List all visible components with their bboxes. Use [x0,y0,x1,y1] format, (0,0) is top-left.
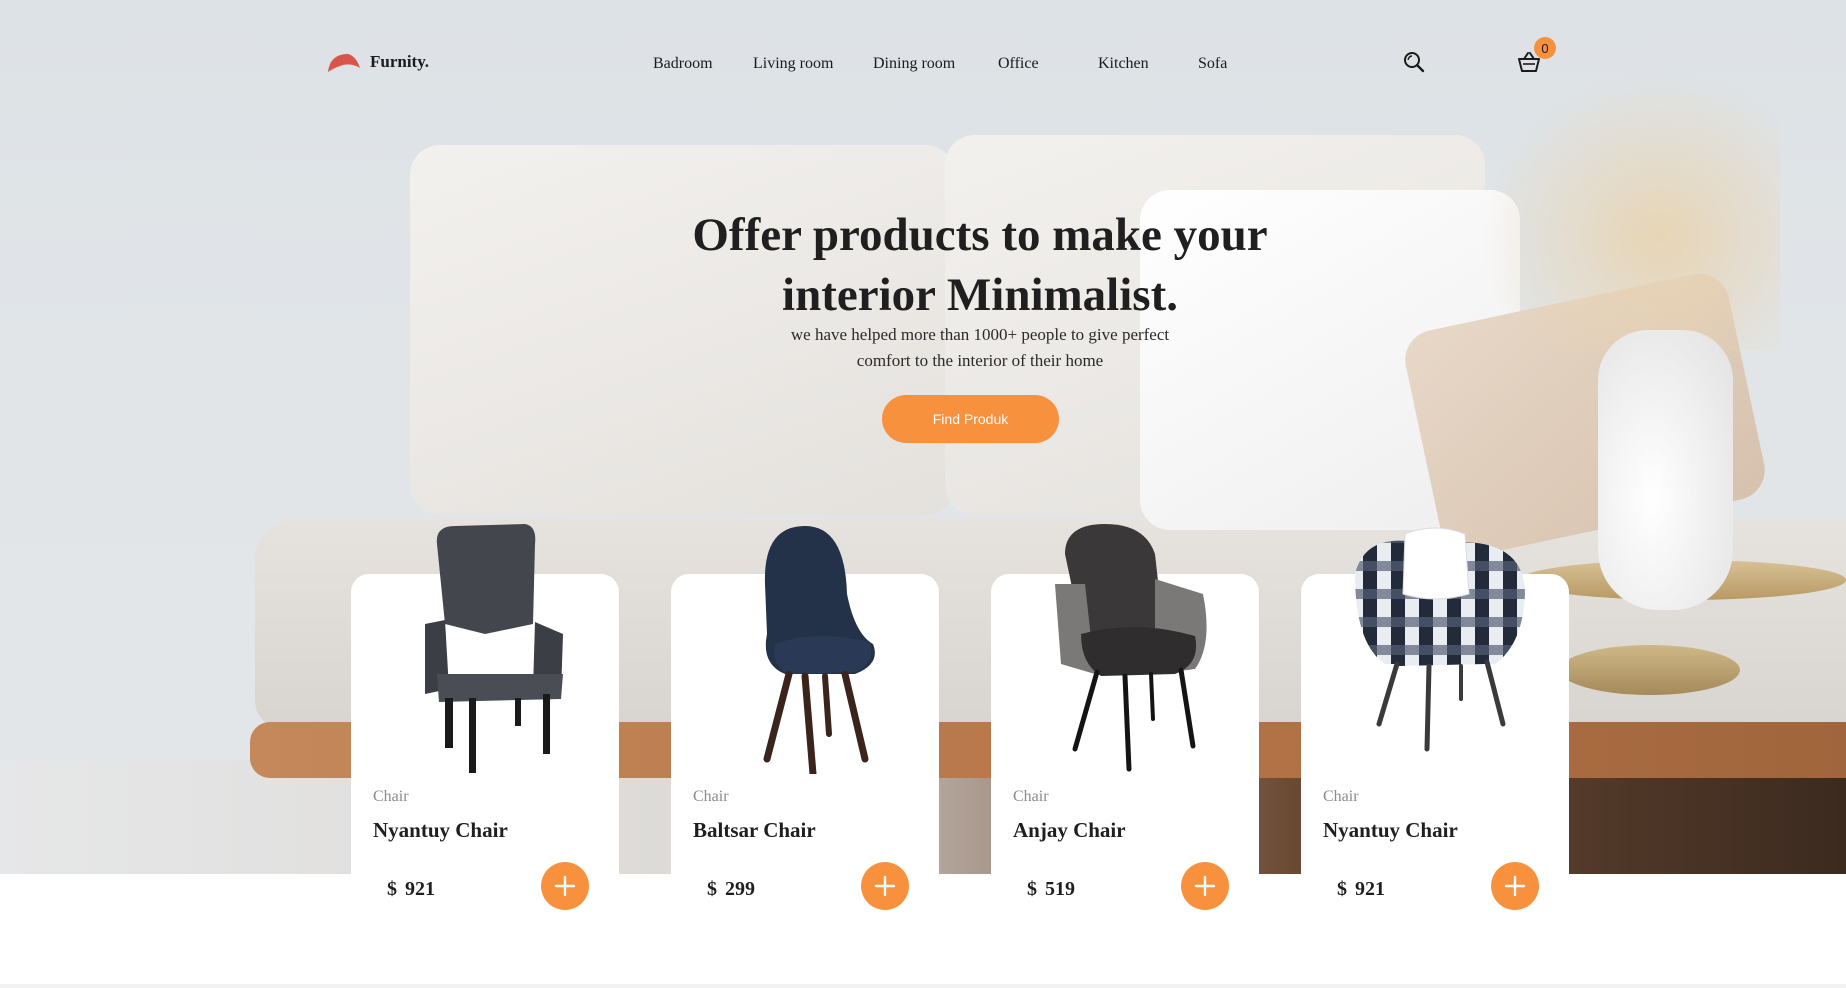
add-to-cart-button[interactable] [1181,862,1229,910]
nav-item-badroom[interactable]: Badroom [653,55,713,73]
hero-headline-line1: Offer products to make your [692,209,1268,261]
product-card[interactable]: Chair Nyantuy Chair $921 [1301,527,1569,974]
logo[interactable]: Furnity. [326,50,429,74]
armchair-image [425,524,563,773]
page-bottom-divider [0,984,1846,988]
hero-subtitle-line1: we have helped more than 1000+ people to… [790,325,1170,344]
nav-item-sofa[interactable]: Sofa [1198,55,1227,73]
add-to-cart-button[interactable] [861,862,909,910]
plus-icon [874,875,896,897]
currency-symbol: $ [1027,878,1037,900]
product-name: Baltsar Chair [693,818,816,842]
logo-icon [328,54,360,72]
hero-headline: Offer products to make your interior Min… [630,205,1330,325]
find-produk-button[interactable]: Find Produk [882,395,1059,443]
hero-subtitle-line2: comfort to the interior of their home [856,351,1104,370]
shell-chair-image [763,526,875,774]
price-value: 299 [725,878,755,900]
product-card[interactable]: Chair Anjay Chair $519 [991,524,1259,974]
plus-icon [554,875,576,897]
product-name: Nyantuy Chair [373,818,508,842]
currency-symbol: $ [387,878,397,900]
price-value: 921 [1355,878,1385,900]
nav-item-living-room[interactable]: Living room [753,55,833,73]
side-table-lower [1560,645,1740,695]
product-category: Chair [1323,788,1359,805]
dried-plant [1480,70,1780,350]
product-price: $921 [387,878,435,901]
product-category: Chair [1013,788,1049,805]
price-value: 921 [405,878,435,900]
hero-headline-line2: interior Minimalist. [782,269,1178,321]
lounge-chair-image [1055,524,1207,772]
search-icon[interactable] [1403,51,1425,78]
hero-subtitle: we have helped more than 1000+ people to… [730,322,1230,374]
add-to-cart-button[interactable] [1491,862,1539,910]
nav-item-kitchen[interactable]: Kitchen [1098,55,1149,73]
currency-symbol: $ [707,878,717,900]
brand-name: Furnity. [370,52,430,71]
product-price: $921 [1337,878,1385,901]
product-category: Chair [373,788,409,805]
cart-count-badge: 0 [1534,37,1556,59]
plus-icon [1194,875,1216,897]
product-name: Anjay Chair [1013,818,1126,842]
white-vase [1598,330,1733,610]
product-name: Nyantuy Chair [1323,818,1458,842]
nav-item-office[interactable]: Office [998,55,1039,73]
product-category: Chair [693,788,729,805]
nav-item-dining-room[interactable]: Dining room [873,55,955,73]
add-to-cart-button[interactable] [541,862,589,910]
product-price: $519 [1027,878,1075,901]
plus-icon [1504,875,1526,897]
product-price: $299 [707,878,755,901]
price-value: 519 [1045,878,1075,900]
plaid-chair-image [1355,527,1525,752]
currency-symbol: $ [1337,878,1347,900]
product-card[interactable]: Chair Baltsar Chair $299 [671,526,939,974]
product-card[interactable]: Chair Nyantuy Chair $921 [351,524,619,974]
